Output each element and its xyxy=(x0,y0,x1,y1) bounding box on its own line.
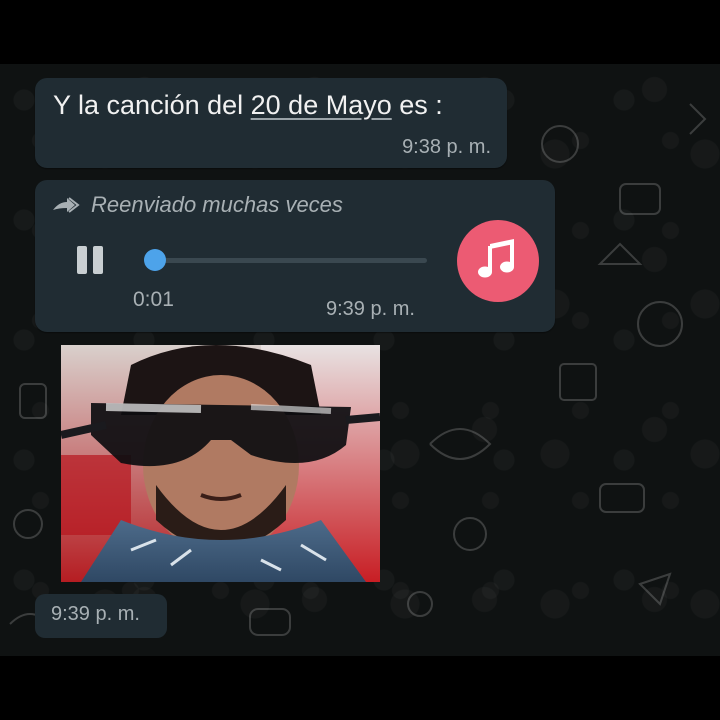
date-link[interactable]: 20 de Mayo xyxy=(251,90,392,120)
text-message-bubble[interactable]: Y la canción del 20 de Mayo es : 9:38 p.… xyxy=(35,78,507,168)
pause-icon[interactable] xyxy=(77,246,107,276)
music-note-icon xyxy=(478,239,514,278)
image-timestamp-bubble: 9:39 p. m. xyxy=(35,594,167,638)
message-text: Y la canción del 20 de Mayo es : xyxy=(53,90,443,120)
audio-message-bubble[interactable]: Reenviado muchas veces 0:01 9:39 p. m. xyxy=(35,180,555,332)
audio-seek-handle[interactable] xyxy=(144,249,167,271)
forwarded-label-row: Reenviado muchas veces xyxy=(51,192,343,218)
photo-thumbnail xyxy=(61,345,380,582)
image-message[interactable] xyxy=(61,345,380,582)
message-timestamp: 9:39 p. m. xyxy=(326,298,415,320)
message-timestamp: 9:39 p. m. xyxy=(51,603,140,625)
forwarded-label: Reenviado muchas veces xyxy=(91,192,343,217)
message-timestamp: 9:38 p. m. xyxy=(402,136,491,158)
double-arrow-forward-icon xyxy=(53,197,80,213)
audio-progress-track[interactable] xyxy=(147,258,427,263)
music-badge xyxy=(457,220,539,302)
audio-duration: 0:01 xyxy=(133,288,174,311)
